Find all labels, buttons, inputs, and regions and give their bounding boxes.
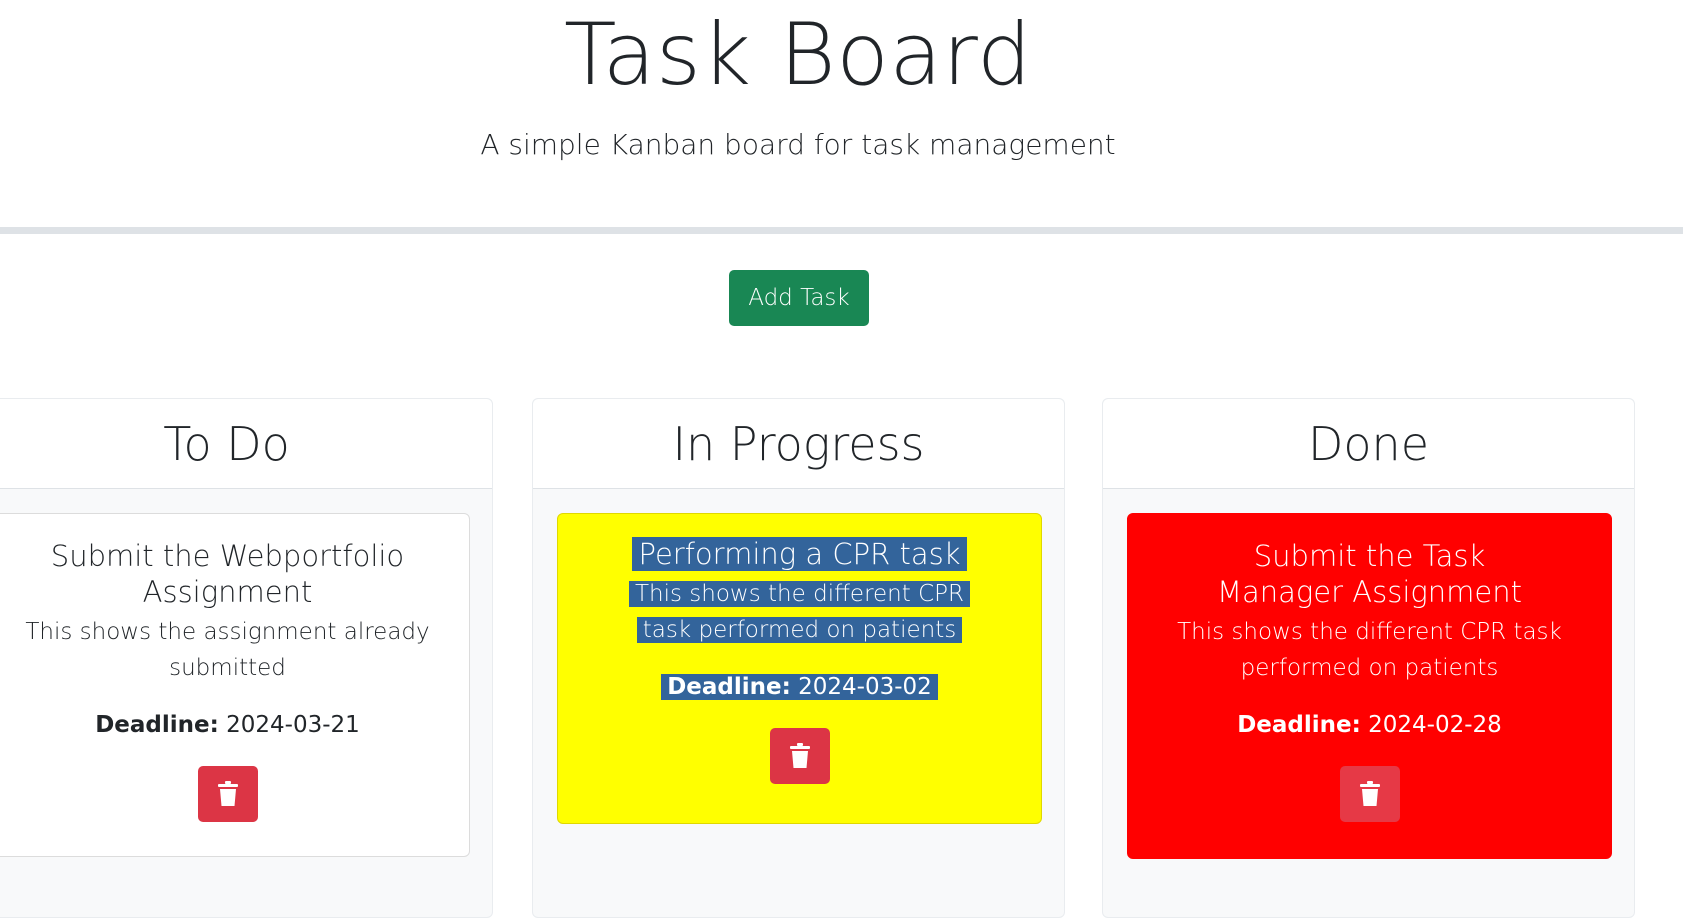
deadline-value: 2024-02-28 [1368,712,1502,738]
task-description: This shows the assignment already submit… [25,619,430,681]
task-card[interactable]: Submit the Task Manager Assignment This … [1127,513,1612,859]
task-description: This shows the different CPR task perfor… [1177,619,1562,681]
page-title: Task Board [563,5,1032,105]
deadline-value: 2024-03-02 [798,674,932,700]
trash-icon [1359,781,1380,806]
trash-icon [789,743,810,768]
trash-icon [217,781,238,806]
lane-in-progress: In Progress Performing a CPR task This s… [532,398,1065,918]
page-header: Task Board A simple Kanban board for tas… [0,0,1683,228]
header-divider [0,227,1683,234]
lane-title-done: Done [1103,399,1634,489]
task-title: Performing a CPR task [558,536,1041,572]
task-title: Submit the Task Manager Assignment [1216,539,1523,609]
delete-task-button[interactable] [197,766,258,822]
deadline-label: Deadline: [1237,712,1361,738]
task-deadline: Deadline: 2024-03-21 [0,708,469,742]
lane-title-in-progress: In Progress [533,399,1064,489]
task-card[interactable]: Submit the Webportfolio Assignment This … [0,513,470,857]
add-task-button[interactable]: Add Task [729,270,869,326]
deadline-highlight: Deadline: 2024-03-02 [661,674,938,700]
task-card[interactable]: Performing a CPR task This shows the dif… [557,513,1042,824]
deadline-label: Deadline: [667,674,791,700]
task-description-text: This shows the different CPR task perfor… [628,581,970,643]
delete-task-button[interactable] [769,728,830,784]
task-deadline: Deadline: 2024-03-02 [558,670,1041,704]
lane-todo: To Do Submit the Webportfolio Assignment… [0,398,493,918]
lane-done: Done Submit the Task Manager Assignment … [1102,398,1635,918]
task-description: This shows the different CPR task perfor… [558,576,1041,648]
task-title-text: Performing a CPR task [632,537,967,571]
delete-task-button[interactable] [1339,766,1400,822]
task-deadline: Deadline: 2024-02-28 [1128,708,1611,742]
deadline-label: Deadline: [95,712,219,738]
deadline-value: 2024-03-21 [226,712,360,738]
page-subtitle: A simple Kanban board for task managemen… [480,128,1116,161]
task-title: Submit the Webportfolio Assignment [50,539,405,609]
lane-title-todo: To Do [0,399,492,489]
